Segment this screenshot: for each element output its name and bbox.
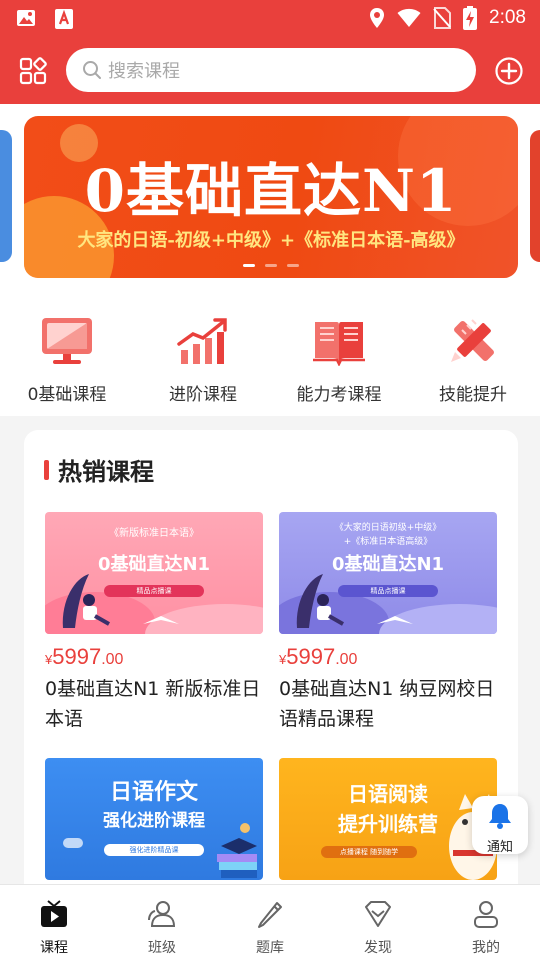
course-name: 0基础直达N1 新版标准日本语: [45, 678, 261, 730]
course-card[interactable]: 《新版标准日本语》 0基础直达N1 精品点播课 ¥5997.00 0基础直达N1…: [45, 512, 263, 734]
tab-label: 我的: [472, 940, 500, 956]
reading-person-illustration: [296, 574, 344, 628]
graduate-books-illustration: [217, 823, 257, 878]
carousel-dot[interactable]: [265, 264, 277, 267]
location-icon: [370, 8, 385, 28]
price-integer: 5997: [286, 644, 336, 669]
app-header-area: 2:08 搜索课程: [0, 0, 540, 104]
search-placeholder: 搜索课程: [108, 61, 180, 82]
gallery-notification-icon: [17, 10, 35, 26]
app-notification-icon: [55, 9, 73, 29]
tab-label: 班级: [148, 940, 176, 956]
category-label: 技能提升: [439, 385, 507, 405]
course-thumbnail: 日语作文 强化进阶课程 强化进阶精品课: [45, 758, 263, 880]
monitor-icon: [42, 318, 92, 364]
section-title: 热销课程: [58, 458, 154, 486]
category-advanced-course[interactable]: 进阶课程: [138, 316, 268, 405]
thumb-pill: 强化进阶精品课: [104, 844, 204, 856]
diamond-icon: [365, 901, 391, 927]
person-icon: [474, 901, 498, 928]
category-label: 进阶课程: [169, 385, 237, 405]
book-illustration: [143, 616, 179, 624]
course-thumbnail: 《新版标准日本语》 0基础直达N1 精品点播课: [45, 512, 263, 634]
bottom-navigation: 课程 班级 题库 发现 我的: [0, 884, 540, 960]
open-book-icon: [313, 322, 365, 367]
clock-time: 2:08: [489, 7, 526, 28]
banner-title: 0基础直达N1: [84, 157, 458, 225]
category-grid-icon[interactable]: [18, 56, 48, 86]
category-basic-course[interactable]: 0基础课程: [2, 316, 132, 405]
pencil-icon: [258, 902, 282, 928]
carousel-dot[interactable]: [243, 264, 255, 267]
category-exam-course[interactable]: 能力考课程: [274, 316, 404, 405]
course-card[interactable]: 《大家的日语初级+中级》 +《标准日本语高级》 0基础直达N1 精品点播课 ¥5…: [279, 512, 497, 734]
course-card[interactable]: 日语作文 强化进阶课程 强化进阶精品课: [45, 758, 263, 880]
thumb-caption: +《标准日本语高级》: [343, 537, 433, 547]
category-label: 0基础课程: [27, 385, 107, 405]
banner-slide[interactable]: 0基础直达N1 大家的日语-初级+中级》+《标准日本语-高级》: [24, 116, 518, 278]
reading-person-illustration: [62, 574, 110, 628]
search-input[interactable]: 搜索课程: [66, 48, 476, 92]
tab-discover[interactable]: 发现: [324, 899, 432, 957]
tab-classes[interactable]: 班级: [108, 899, 216, 957]
cloud-illustration: [63, 838, 83, 848]
tab-profile[interactable]: 我的: [432, 899, 540, 957]
price-integer: 5997: [52, 644, 102, 669]
tab-label: 发现: [364, 940, 392, 956]
tab-label: 题库: [256, 940, 284, 956]
no-sim-icon: [433, 7, 452, 29]
category-shortcuts: 0基础课程 进阶课程 能力考课程 技能提升: [0, 294, 540, 416]
course-thumbnail: 日语阅读 提升训练营 点播课程 随到随学: [279, 758, 497, 880]
wifi-icon: [397, 8, 421, 27]
carousel-dot[interactable]: [287, 264, 299, 267]
thumb-title: 日语作文: [109, 780, 198, 805]
course-name: 0基础直达N1 纳豆网校日语精品课程: [279, 678, 495, 730]
category-skill-course[interactable]: 技能提升: [408, 316, 538, 405]
header-bar: 搜索课程: [0, 38, 540, 104]
tab-question-bank[interactable]: 题库: [216, 899, 324, 957]
pencil-ruler-icon: [451, 319, 494, 362]
thumb-pill: 精品点播课: [338, 585, 438, 597]
price-decimal: .00: [335, 651, 358, 668]
thumb-caption: 《大家的日语初级+中级》: [334, 523, 442, 533]
banner-previous-slide[interactable]: [0, 130, 12, 262]
people-icon: [148, 901, 176, 927]
price-decimal: .00: [101, 651, 124, 668]
add-circle-icon[interactable]: [494, 56, 524, 86]
course-price: ¥5997.00: [279, 644, 497, 670]
course-price: ¥5997.00: [45, 644, 263, 670]
banner-carousel: 0基础直达N1 大家的日语-初级+中级》+《标准日本语-高级》: [0, 104, 540, 294]
section-accent-bar: [44, 460, 49, 480]
carousel-indicator: [24, 264, 518, 267]
course-thumbnail: 《大家的日语初级+中级》 +《标准日本语高级》 0基础直达N1 精品点播课: [279, 512, 497, 634]
hot-courses-section: 热销课程 《新版标准日本语》 0基础直达N1 精品点播课 ¥5997.00 0基…: [24, 430, 518, 900]
banner-subtitle: 大家的日语-初级+中级》+《标准日本语-高级》: [77, 230, 465, 251]
notification-button[interactable]: 通知: [472, 796, 528, 855]
tv-icon: [41, 900, 67, 927]
thumb-pill: 精品点播课: [104, 585, 204, 597]
bell-icon: [489, 804, 511, 829]
growth-chart-icon: [177, 318, 227, 364]
notification-label: 通知: [486, 840, 513, 855]
category-label: 能力考课程: [296, 385, 382, 405]
thumb-pill: 点播课程 随到随学: [321, 846, 417, 858]
battery-charging-icon: [463, 6, 478, 30]
book-illustration: [377, 616, 413, 624]
course-card[interactable]: 日语阅读 提升训练营 点播课程 随到随学: [279, 758, 497, 880]
search-icon: [83, 61, 101, 79]
status-bar: 2:08: [0, 0, 540, 38]
banner-next-slide[interactable]: [530, 130, 540, 262]
thumb-caption: 《新版标准日本语》: [109, 528, 199, 539]
tab-courses[interactable]: 课程: [0, 899, 108, 957]
tab-label: 课程: [40, 940, 68, 956]
